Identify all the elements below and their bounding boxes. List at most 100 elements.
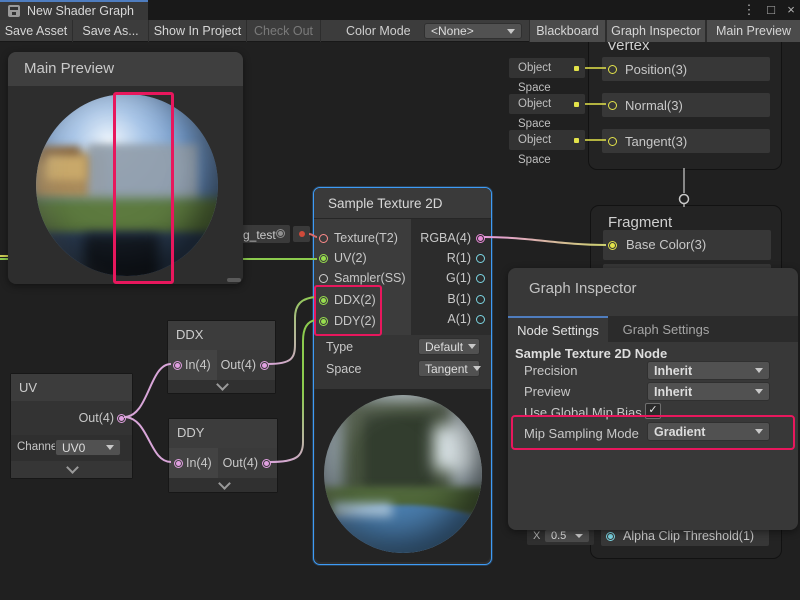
type-dropdown[interactable]: Default xyxy=(418,338,480,355)
dropdown-arrow-icon xyxy=(755,429,763,434)
uv-input-label: UV(2) xyxy=(334,251,367,265)
tab-graph-settings[interactable]: Graph Settings xyxy=(616,316,716,342)
maximize-icon: □ xyxy=(767,2,775,17)
texture-input-port[interactable] xyxy=(319,234,328,243)
dropdown-arrow-icon xyxy=(468,344,476,349)
mip-mode-dropdown[interactable]: Gradient xyxy=(647,422,770,441)
document-tab[interactable]: New Shader Graph xyxy=(0,0,148,20)
normal-port[interactable] xyxy=(608,101,617,110)
blackboard-toggle-button[interactable]: Blackboard xyxy=(529,20,606,42)
mip-bias-checkbox[interactable]: ✓ xyxy=(645,403,661,419)
precision-dropdown[interactable]: Inherit xyxy=(647,361,770,380)
texture-property-port-box[interactable] xyxy=(293,226,310,242)
color-mode-label: Color Mode xyxy=(346,20,411,42)
mip-bias-label: Use Global Mip Bias xyxy=(524,405,642,420)
dropdown-arrow-icon xyxy=(106,445,114,450)
check-out-button: Check Out xyxy=(247,20,321,42)
precision-label: Precision xyxy=(524,363,577,378)
checkmark-icon: ✓ xyxy=(648,404,657,416)
uv-node[interactable]: UV Out(4) Channe UV0 xyxy=(10,373,133,479)
sample-node-title: Sample Texture 2D xyxy=(328,196,443,211)
ddy-node[interactable]: DDY In(4) Out(4) xyxy=(168,418,278,493)
b-output-label: B(1) xyxy=(447,292,471,306)
save-asset-button[interactable]: Save Asset xyxy=(0,20,73,42)
mip-mode-label: Mip Sampling Mode xyxy=(524,426,639,441)
window-close-button[interactable]: × xyxy=(783,2,799,18)
ddy-node-header[interactable]: DDY xyxy=(169,419,277,448)
sample-node-header[interactable]: Sample Texture 2D xyxy=(314,188,491,219)
window-maximize-button[interactable]: □ xyxy=(763,2,779,18)
main-preview-panel[interactable]: Main Preview xyxy=(8,52,243,284)
object-space-dot xyxy=(574,66,579,71)
base-color-label: Base Color(3) xyxy=(626,237,706,252)
ddy-input-label: DDY(2) xyxy=(334,314,376,328)
alpha-value-dropdown[interactable]: 0.5 xyxy=(544,529,590,543)
main-preview-toggle-button[interactable]: Main Preview xyxy=(706,20,800,42)
texture-property-port[interactable] xyxy=(299,231,305,237)
graph-inspector-toggle-button[interactable]: Graph Inspector xyxy=(606,20,706,42)
space-dropdown[interactable]: Tangent xyxy=(418,360,480,377)
tab-node-settings[interactable]: Node Settings xyxy=(508,316,608,342)
object-space-pill-normal[interactable]: Object Space xyxy=(509,94,585,114)
ddx-node[interactable]: DDX In(4) Out(4) xyxy=(167,320,276,394)
show-in-project-button[interactable]: Show In Project xyxy=(149,20,247,42)
ddy-in-label: In(4) xyxy=(186,456,212,470)
color-mode-dropdown[interactable]: <None> xyxy=(424,23,522,39)
sampler-input-label: Sampler(SS) xyxy=(334,271,406,285)
ddx-collapse-strip[interactable] xyxy=(168,380,275,393)
rgba-output-port[interactable] xyxy=(476,234,485,243)
ddy-collapse-strip[interactable] xyxy=(169,478,277,492)
object-space-pill-position[interactable]: Object Space xyxy=(509,58,585,78)
main-preview-title: Main Preview xyxy=(24,60,114,77)
ddx-out-port[interactable] xyxy=(260,361,269,370)
shader-graph-icon xyxy=(8,5,20,17)
sample-texture-2d-node[interactable]: Sample Texture 2D Texture(T2) UV(2) Samp… xyxy=(313,187,492,565)
object-space-pill-tangent[interactable]: Object Space xyxy=(509,130,585,150)
position-port[interactable] xyxy=(608,65,617,74)
ddy-input-port[interactable] xyxy=(319,317,328,326)
uv-node-title: UV xyxy=(19,380,37,395)
uv-node-header[interactable]: UV xyxy=(11,374,132,401)
window-menu-button[interactable]: ⋮ xyxy=(741,2,757,18)
graph-inspector-title: Graph Inspector xyxy=(529,280,637,297)
ddy-node-title: DDY xyxy=(177,425,204,440)
tangent-port[interactable] xyxy=(608,137,617,146)
ddx-node-title: DDX xyxy=(176,327,203,342)
chevron-down-icon xyxy=(216,378,229,391)
type-label: Type xyxy=(326,340,353,354)
ddx-node-header[interactable]: DDX xyxy=(168,321,275,350)
alpha-clip-port[interactable] xyxy=(606,532,615,541)
ddy-in-port[interactable] xyxy=(174,459,183,468)
save-as-button[interactable]: Save As... xyxy=(73,20,149,42)
uv-collapse-strip[interactable] xyxy=(11,461,132,478)
uv-out-port[interactable] xyxy=(117,414,126,423)
b-output-port[interactable] xyxy=(476,295,485,304)
sampler-input-port[interactable] xyxy=(319,274,328,283)
object-space-label: Object Space xyxy=(518,98,551,130)
ddx-input-port[interactable] xyxy=(319,296,328,305)
g-output-port[interactable] xyxy=(476,274,485,283)
main-preview-resize-handle[interactable] xyxy=(227,278,241,282)
graph-inspector-panel[interactable]: Graph Inspector Node Settings Graph Sett… xyxy=(508,268,798,530)
ddx-in-port[interactable] xyxy=(173,361,182,370)
ddx-in-label: In(4) xyxy=(185,358,211,372)
r-output-port[interactable] xyxy=(476,254,485,263)
a-output-port[interactable] xyxy=(476,315,485,324)
inspector-node-header: Sample Texture 2D Node xyxy=(515,346,667,361)
main-preview-header[interactable]: Main Preview xyxy=(8,52,243,86)
space-label: Space xyxy=(326,362,361,376)
preview-label: Preview xyxy=(524,384,570,399)
base-color-port[interactable] xyxy=(608,241,617,250)
preview-dropdown[interactable]: Inherit xyxy=(647,382,770,401)
tangent-label: Tangent(3) xyxy=(625,134,687,149)
alpha-clip-label: Alpha Clip Threshold(1) xyxy=(623,529,754,543)
sample-preview-sphere xyxy=(324,395,482,553)
ddy-out-port[interactable] xyxy=(262,459,271,468)
uv-channel-dropdown[interactable]: UV0 xyxy=(55,439,121,456)
main-preview-sphere[interactable] xyxy=(36,94,218,276)
uv-input-port[interactable] xyxy=(319,254,328,263)
vertex-node[interactable]: Vertex Position(3) Normal(3) Tangent(3) xyxy=(588,26,782,170)
position-label: Position(3) xyxy=(625,62,687,77)
alpha-x-label: X xyxy=(533,530,540,542)
object-space-label: Object Space xyxy=(518,134,551,166)
